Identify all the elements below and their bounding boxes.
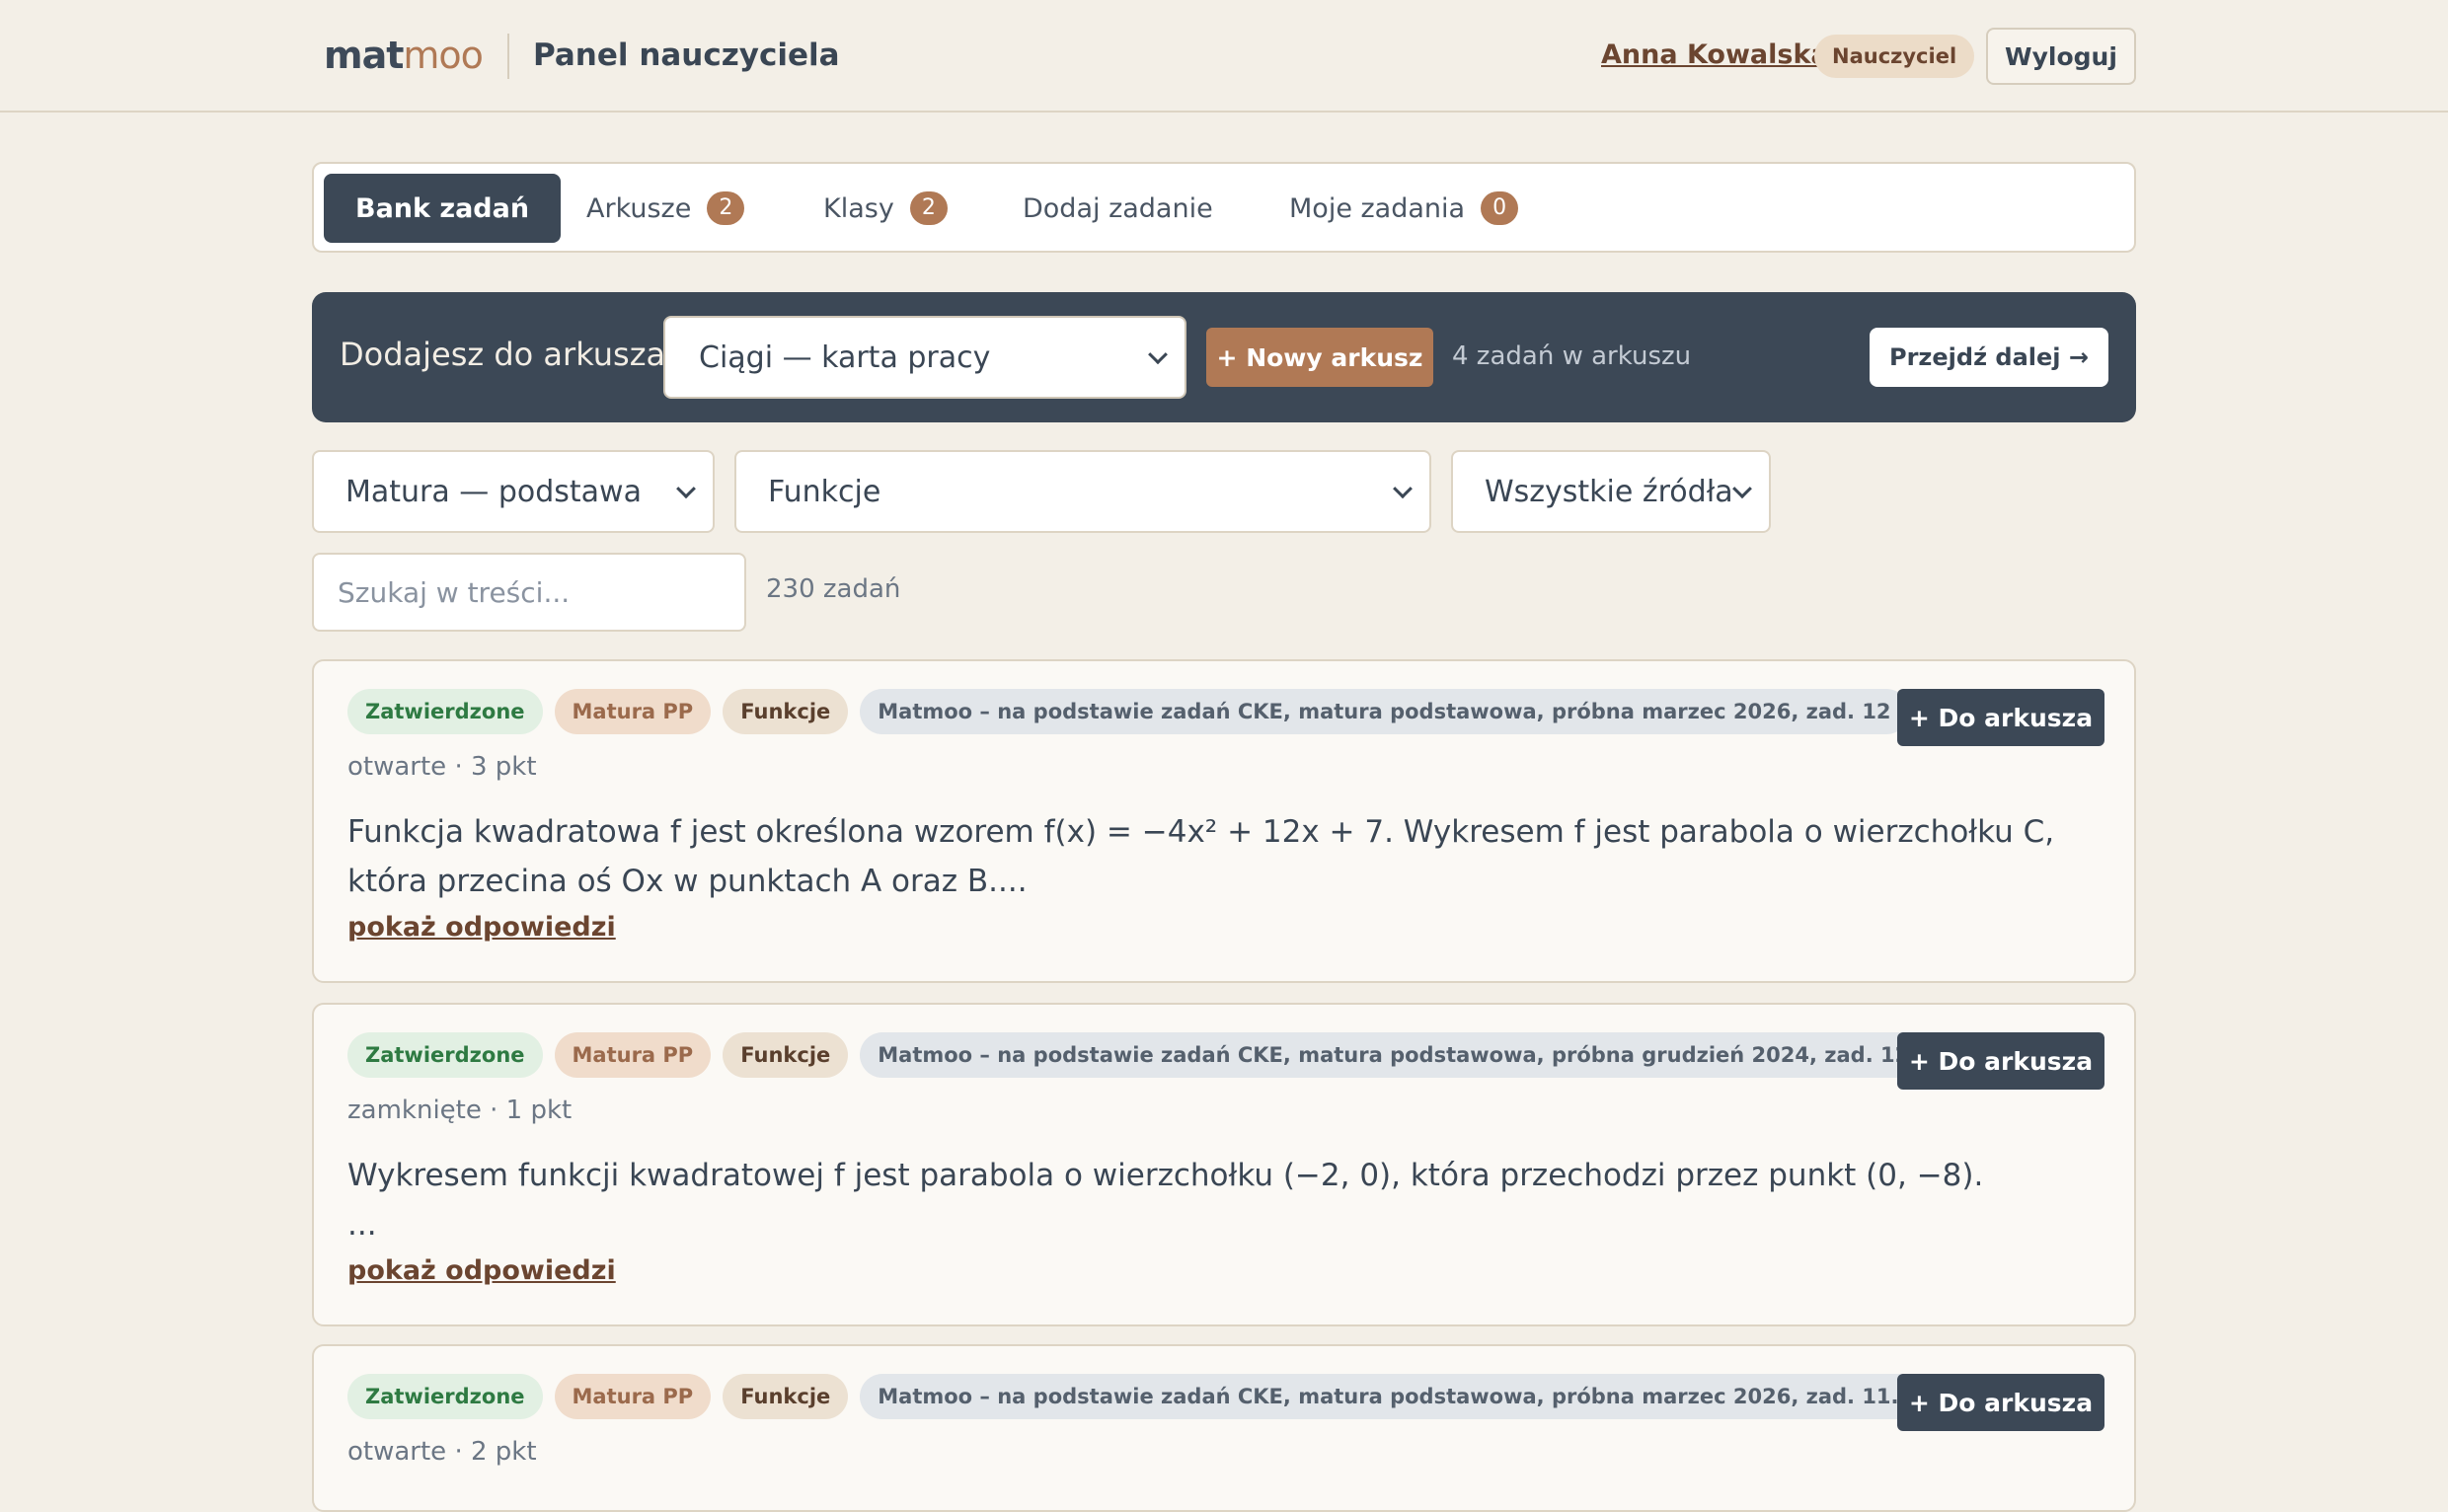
header-divider: [507, 34, 509, 79]
topic-badge: Funkcje: [723, 1374, 849, 1419]
logo-text-mat: mat: [324, 34, 404, 77]
matmoo-logo[interactable]: mat moo: [324, 34, 484, 83]
task-card: Zatwierdzone Matura PP Funkcje Matmoo – …: [312, 659, 2136, 983]
tab-label: Arkusze: [586, 192, 692, 224]
user-name-link[interactable]: Anna Kowalska: [1601, 39, 1829, 70]
tab-count-badge: 2: [909, 191, 948, 225]
add-to-sheet-button[interactable]: + Do arkusza: [1897, 1374, 2104, 1431]
tab-count-badge: 0: [1481, 191, 1519, 225]
task-tags: Zatwierdzone Matura PP Funkcje Matmoo – …: [347, 1374, 1932, 1419]
active-sheet-bar: Dodajesz do arkusza: Ciągi — karta pracy…: [312, 292, 2136, 422]
chevron-down-icon: [676, 479, 696, 499]
task-card: Zatwierdzone Matura PP Funkcje Matmoo – …: [312, 1344, 2136, 1512]
task-meta: zamknięte · 1 pkt: [347, 1096, 573, 1125]
task-text-ellipsis: ...: [347, 1207, 377, 1243]
source-filter-value: Wszystkie źródła: [1485, 474, 1733, 509]
chevron-down-icon: [1732, 479, 1752, 499]
task-text: Wykresem funkcji kwadratowej f jest para…: [347, 1151, 2114, 1249]
sheet-select-value: Ciągi — karta pracy: [699, 340, 991, 375]
tab-label: Bank zadań: [355, 192, 530, 224]
task-tags: Zatwierdzone Matura PP Funkcje Matmoo – …: [347, 689, 1909, 734]
tab-label: Dodaj zadanie: [1023, 192, 1213, 224]
level-badge: Matura PP: [554, 1374, 712, 1419]
task-tags: Zatwierdzone Matura PP Funkcje Matmoo – …: [347, 1032, 1950, 1078]
source-badge: Matmoo – na podstawie zadań CKE, matura …: [860, 1032, 1950, 1078]
sheet-task-count: 4 zadań w arkuszu: [1452, 341, 1692, 371]
source-badge: Matmoo – na podstawie zadań CKE, matura …: [860, 689, 1909, 734]
tab-task-bank[interactable]: Bank zadań: [324, 174, 562, 243]
tab-add-task[interactable]: Dodaj zadanie: [1023, 174, 1213, 243]
topic-filter-select[interactable]: Funkcje: [734, 450, 1431, 533]
show-answers-link[interactable]: pokaż odpowiedzi: [347, 912, 616, 943]
level-badge: Matura PP: [554, 689, 712, 734]
level-filter-value: Matura — podstawa: [345, 474, 642, 509]
add-to-sheet-button[interactable]: + Do arkusza: [1897, 689, 2104, 746]
tab-sheets[interactable]: Arkusze 2: [586, 174, 745, 243]
tab-label: Klasy: [823, 192, 894, 224]
top-bar: mat moo Panel nauczyciela Anna Kowalska N…: [0, 0, 2448, 113]
panel-title: Panel nauczyciela: [533, 38, 840, 73]
search-input[interactable]: [312, 553, 746, 632]
level-badge: Matura PP: [554, 1032, 712, 1078]
task-card: Zatwierdzone Matura PP Funkcje Matmoo – …: [312, 1003, 2136, 1326]
status-badge: Zatwierdzone: [347, 689, 543, 734]
task-text: Funkcja kwadratowa f jest określona wzor…: [347, 814, 2055, 899]
tab-my-tasks[interactable]: Moje zadania 0: [1289, 174, 1519, 243]
topic-badge: Funkcje: [723, 1032, 849, 1078]
topic-filter-value: Funkcje: [768, 474, 881, 509]
chevron-down-icon: [1148, 344, 1168, 365]
add-to-sheet-button[interactable]: + Do arkusza: [1897, 1032, 2104, 1090]
show-answers-link[interactable]: pokaż odpowiedzi: [347, 1255, 616, 1286]
status-badge: Zatwierdzone: [347, 1374, 543, 1419]
main-tabs: Bank zadań Arkusze 2 Klasy 2 Dodaj zadan…: [312, 162, 2136, 253]
tab-label: Moje zadania: [1289, 192, 1466, 224]
topic-badge: Funkcje: [723, 689, 849, 734]
source-badge: Matmoo – na podstawie zadań CKE, matura …: [860, 1374, 1932, 1419]
task-meta: otwarte · 2 pkt: [347, 1437, 537, 1467]
sheet-bar-label: Dodajesz do arkusza:: [340, 336, 676, 373]
task-meta: otwarte · 3 pkt: [347, 752, 537, 782]
sheet-select[interactable]: Ciągi — karta pracy: [663, 316, 1186, 399]
chevron-down-icon: [1393, 479, 1413, 499]
status-badge: Zatwierdzone: [347, 1032, 543, 1078]
task-text-line: Wykresem funkcji kwadratowej f jest para…: [347, 1158, 1984, 1193]
logo-text-moo: moo: [403, 34, 484, 77]
tab-count-badge: 2: [707, 191, 745, 225]
level-filter-select[interactable]: Matura — podstawa: [312, 450, 715, 533]
logout-button[interactable]: Wyloguj: [1986, 28, 2136, 85]
new-sheet-button[interactable]: + Nowy arkusz: [1206, 328, 1433, 387]
result-count: 230 zadań: [766, 574, 901, 604]
tab-classes[interactable]: Klasy 2: [823, 174, 948, 243]
source-filter-select[interactable]: Wszystkie źródła: [1451, 450, 1771, 533]
role-badge: Nauczyciel: [1814, 35, 1975, 78]
continue-button[interactable]: Przejdź dalej →: [1870, 328, 2108, 387]
